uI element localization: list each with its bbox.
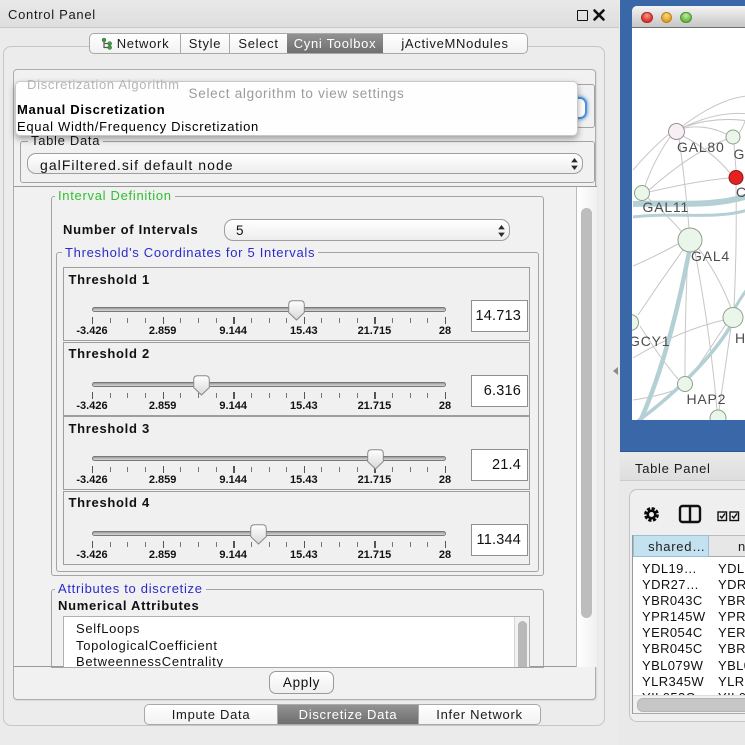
- svg-text:C: C: [736, 184, 745, 200]
- svg-text:GAL80: GAL80: [677, 139, 725, 155]
- svg-text:HAP2: HAP2: [687, 391, 727, 407]
- svg-text:GA: GA: [734, 146, 745, 162]
- svg-text:GAL4: GAL4: [691, 248, 730, 264]
- svg-text:GAL11: GAL11: [643, 199, 690, 215]
- svg-text:H: H: [735, 330, 745, 346]
- svg-text:GCY1: GCY1: [632, 333, 670, 349]
